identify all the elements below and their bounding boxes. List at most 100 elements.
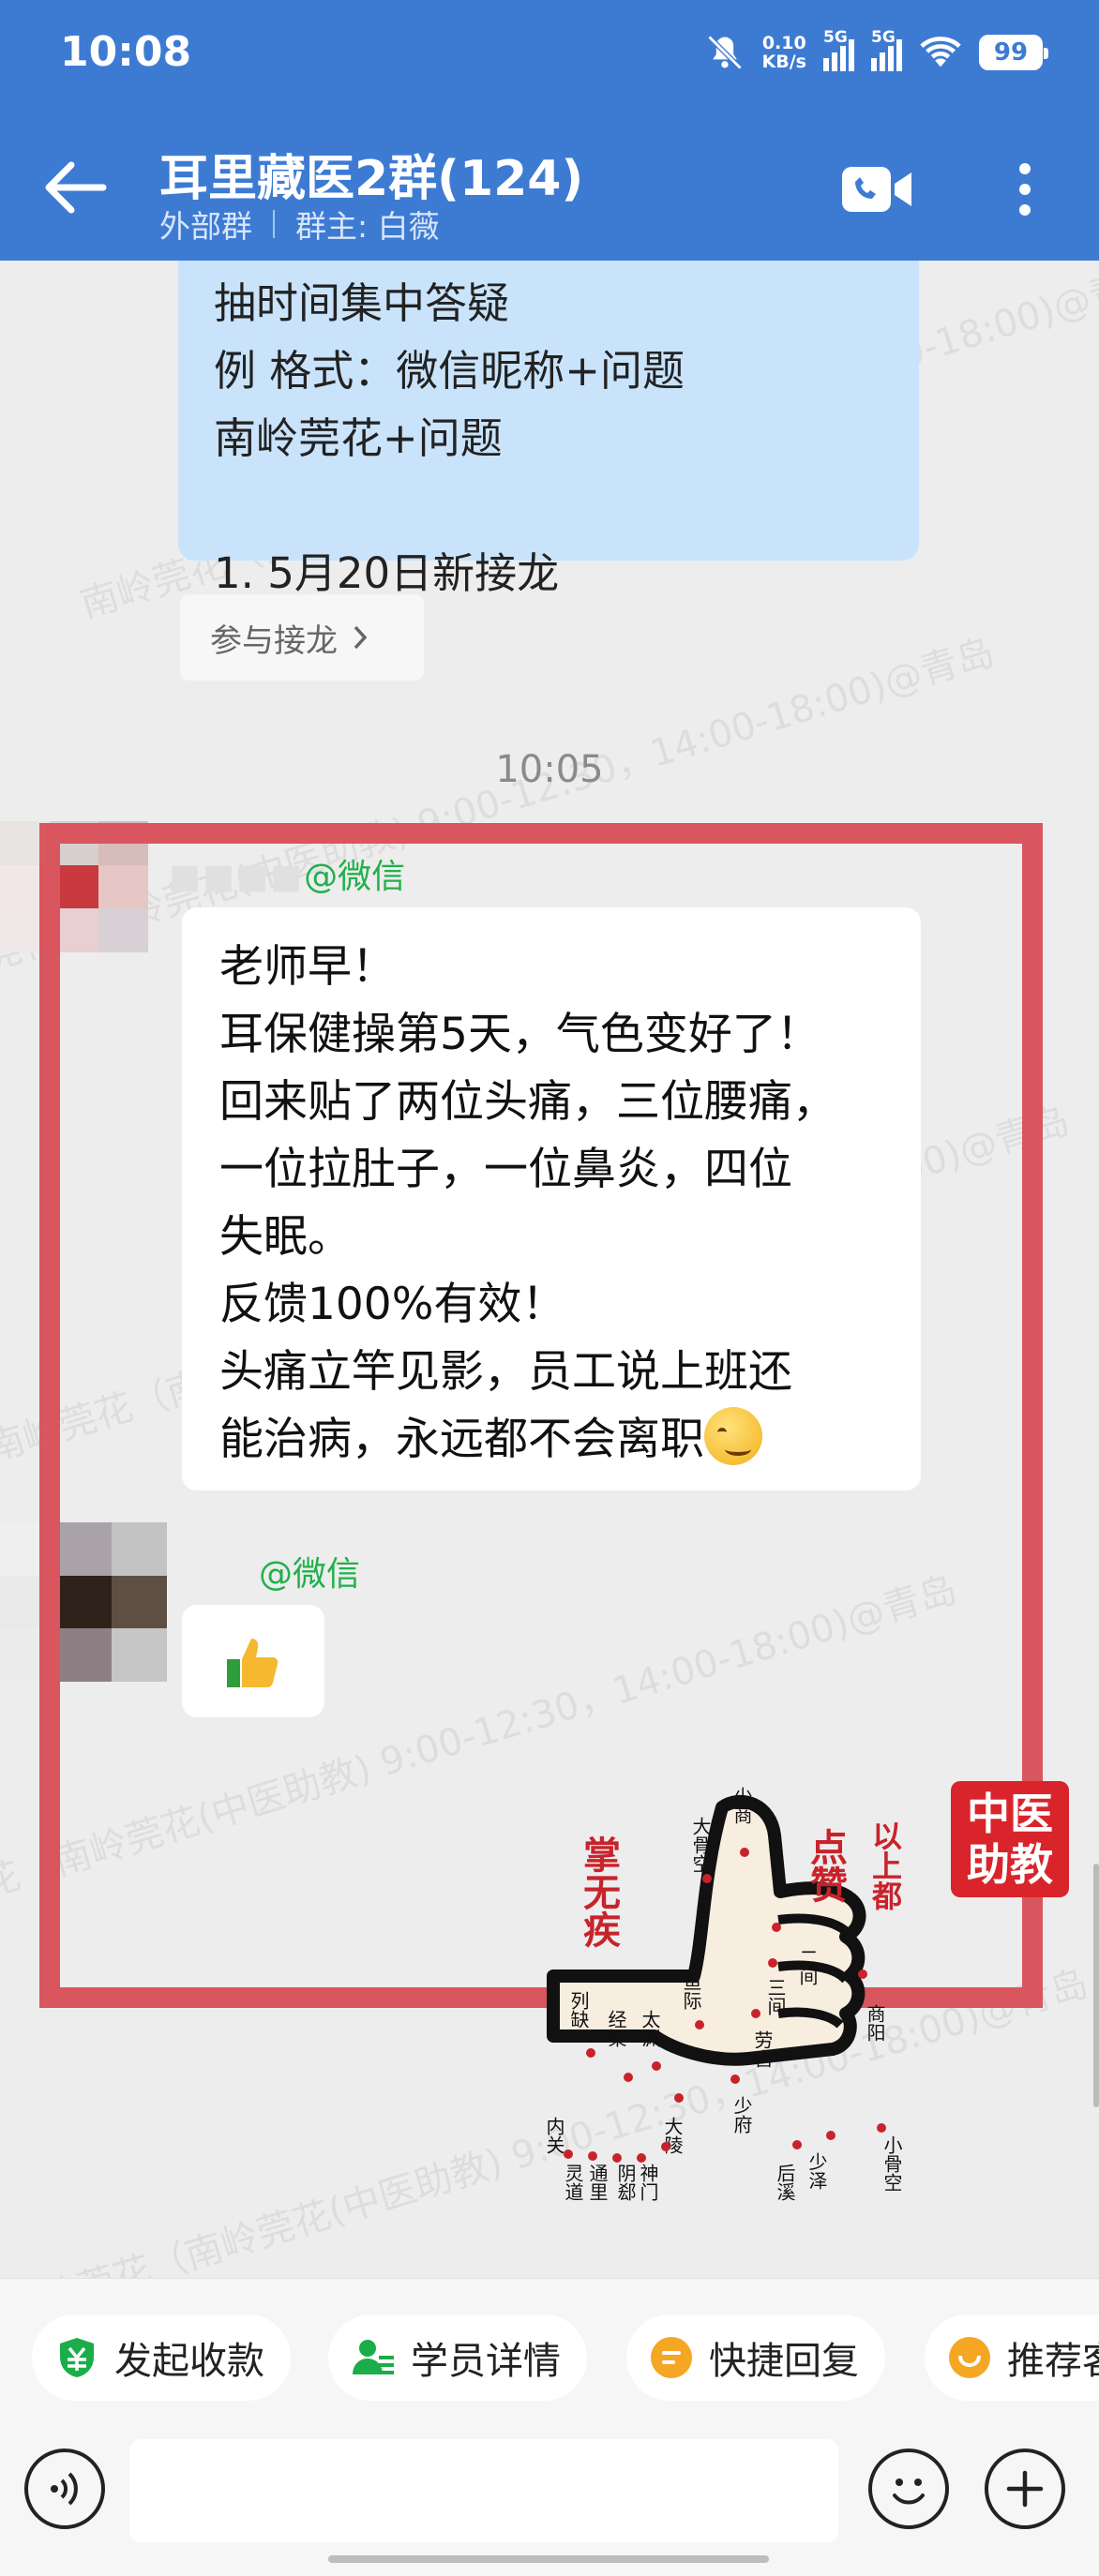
more-options-button[interactable] xyxy=(1001,157,1048,221)
chip-label: 发起收款 xyxy=(114,2340,264,2383)
acupoint-label: 太渊 xyxy=(639,2010,660,2047)
more-functions-button[interactable] xyxy=(985,2449,1065,2529)
group-owner: 群主: 白薇 xyxy=(295,208,440,245)
acupoint-label: 后溪 xyxy=(774,2164,795,2201)
sender-source: @微信 xyxy=(304,858,406,896)
bubble-line: 南岭莞花+问题 xyxy=(214,413,503,463)
message-line: 一位拉肚子，一位鼻炎，四位 xyxy=(219,1144,792,1195)
voice-input-button[interactable] xyxy=(24,2449,105,2529)
bubble-line: 例 格式：微信昵称+问题 xyxy=(214,346,685,396)
acupoint-label: 列缺 xyxy=(567,1991,589,2029)
student-icon xyxy=(351,2335,396,2380)
battery-level: 99 xyxy=(993,38,1029,67)
message-line: 回来贴了两位头痛，三位腰痛， xyxy=(219,1076,836,1128)
logo-line: 中医 xyxy=(967,1789,1053,1839)
scrollbar[interactable] xyxy=(1093,1864,1099,2107)
mute-bell-icon xyxy=(707,35,742,70)
back-button[interactable] xyxy=(38,150,113,225)
acupoint-label: 商阳 xyxy=(864,2004,884,2042)
message-bubble[interactable] xyxy=(182,1605,324,1717)
acupoint-label: 劳宫 xyxy=(751,2030,773,2068)
input-bar xyxy=(0,2428,1099,2576)
acupoint-label: 少商 xyxy=(730,1787,752,1824)
chat-subtitle: 外部群 群主: 白薇 xyxy=(159,202,440,247)
chip-label: 学员详情 xyxy=(411,2340,561,2383)
join-label: 参与接龙 xyxy=(210,622,338,660)
battery-icon: 99 xyxy=(979,35,1048,70)
signal-label: 5G xyxy=(871,28,896,47)
acupoint-label: 神门 xyxy=(637,2164,658,2201)
acupoint-label: 灵道 xyxy=(562,2164,583,2201)
signal-5g-1-icon: 5G xyxy=(823,28,854,71)
acupoint-label: 二间 xyxy=(796,1948,817,1985)
chat-area[interactable]: 南岭莞花（南岭莞花(中医助教) 9:00-12:30，14:00-18:00)@… xyxy=(0,261,1099,2278)
subtitle-divider xyxy=(273,210,275,238)
sender-name: @微信 xyxy=(259,1547,360,1595)
signal-label: 5G xyxy=(823,28,848,47)
acupoint-label: 经渠 xyxy=(605,2010,626,2047)
message-timestamp: 10:05 xyxy=(495,748,604,791)
message-line: 失眠。 xyxy=(219,1211,352,1263)
video-call-icon xyxy=(842,167,911,212)
message-line-text: 能治病，永远都不会离职 xyxy=(219,1414,704,1465)
status-icons: 0.10 KB/s 5G 5G 99 xyxy=(704,28,1048,73)
recommend-icon xyxy=(947,2335,992,2380)
message-input[interactable] xyxy=(129,2439,838,2542)
message-line: 头痛立竿见影，员工说上班还 xyxy=(219,1346,792,1398)
net-speed: 0.10 KB/s xyxy=(762,34,806,71)
message-line-last: 能治病，永远都不会离职 xyxy=(219,1406,883,1474)
slogan-left: 掌无疾 xyxy=(578,1835,621,1948)
bubble-line: 抽时间集中答疑 xyxy=(214,278,510,328)
acupoint-label: 通里 xyxy=(586,2164,608,2201)
acupoint-label: 三间 xyxy=(764,1978,785,2015)
avatar[interactable] xyxy=(0,1522,167,1682)
chat-title[interactable]: 耳里藏医2群(124) xyxy=(159,139,583,209)
status-time: 10:08 xyxy=(60,28,192,76)
sender-source: @微信 xyxy=(259,1555,361,1594)
home-indicator[interactable] xyxy=(328,2555,769,2563)
quick-reply-icon xyxy=(649,2335,694,2380)
message-line: 反馈100%有效！ xyxy=(219,1279,566,1330)
acupoint-label: 鱼际 xyxy=(680,1972,700,2010)
recommend-customer-button[interactable]: 推荐客户 xyxy=(925,2314,1099,2401)
message-line: 耳保健操第5天，气色变好了！ xyxy=(219,1009,820,1060)
bubble-line xyxy=(214,472,883,540)
chip-label: 快捷回复 xyxy=(709,2340,859,2383)
announcement-bubble[interactable]: 抽时间集中答疑 例 格式：微信昵称+问题 南岭莞花+问题 1. 5月20日新接龙 xyxy=(178,261,919,598)
acupoint-label: 阴郄 xyxy=(614,2164,636,2201)
sender-name: ■■■■@微信 xyxy=(169,849,405,898)
thumbs-up-icon xyxy=(227,1639,279,1687)
message-bubble[interactable]: 老师早！ 耳保健操第5天，气色变好了！ 回来贴了两位头痛，三位腰痛， 一位拉肚子… xyxy=(182,907,921,1490)
video-call-button[interactable] xyxy=(840,161,915,217)
logo-line: 助教 xyxy=(967,1839,1053,1890)
acupoint-label: 少泽 xyxy=(805,2152,827,2190)
quick-reply-button[interactable]: 快捷回复 xyxy=(626,2314,885,2401)
chat-header: 10:08 0.10 KB/s 5G 5G 99 耳里藏医2群(124) 外部群… xyxy=(0,0,1099,261)
acupoint-label: 内关 xyxy=(544,2117,565,2154)
status-bar: 10:08 0.10 KB/s 5G 5G 99 xyxy=(0,0,1099,112)
sender-name-blurred: ■■■■ xyxy=(169,858,305,896)
student-details-button[interactable]: 学员详情 xyxy=(328,2314,587,2401)
slogan-right-small: 以上都 xyxy=(868,1820,903,1910)
start-payment-button[interactable]: 发起收款 xyxy=(32,2314,291,2401)
message-line: 老师早！ xyxy=(219,941,396,993)
acupoint-label: 大骨空 xyxy=(689,1817,711,1873)
avatar[interactable] xyxy=(0,821,148,952)
acupoint-label: 少府 xyxy=(730,2096,752,2134)
thinking-face-icon xyxy=(704,1407,762,1465)
voice-icon xyxy=(51,2472,78,2506)
signal-5g-2-icon: 5G xyxy=(871,28,902,71)
thumbs-up-acupoint-sticker[interactable]: 掌无疾 点赞 以上都 少商 大骨空 二间 三间 鱼际 商阳 劳宫 少府 列缺 经… xyxy=(544,1779,947,2229)
wifi-icon xyxy=(920,37,961,67)
tcm-assistant-logo: 中医 助教 xyxy=(951,1781,1069,1897)
net-speed-value: 0.10 xyxy=(761,33,806,53)
plus-icon xyxy=(1006,2470,1044,2508)
chip-label: 推荐客户 xyxy=(1007,2340,1099,2383)
emoji-button[interactable] xyxy=(868,2449,949,2529)
chevron-right-icon xyxy=(354,625,368,650)
quick-action-bar: 发起收款 学员详情 快捷回复 推荐客户 xyxy=(0,2278,1099,2428)
net-speed-unit: KB/s xyxy=(761,52,806,72)
join-solitaire-button[interactable]: 参与接龙 xyxy=(180,594,424,681)
group-type: 外部群 xyxy=(159,208,252,245)
smiley-icon xyxy=(893,2479,925,2505)
